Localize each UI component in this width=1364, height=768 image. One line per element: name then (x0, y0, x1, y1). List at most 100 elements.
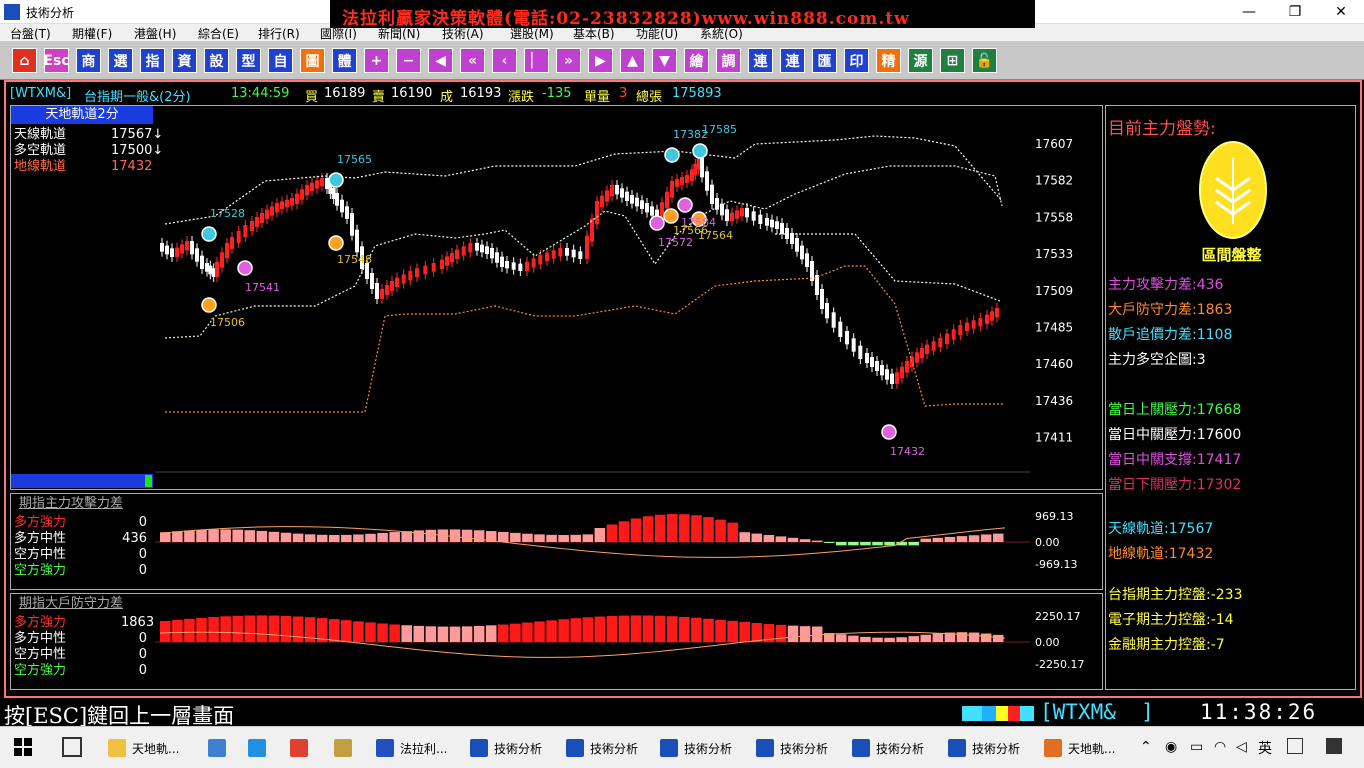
up-button[interactable]: ▲ (620, 48, 645, 73)
indicator-tick: 969.13 (1035, 510, 1074, 523)
taskbar-app[interactable]: 法拉利... (376, 735, 447, 761)
tray-chevron-icon[interactable]: ⌃ (1140, 739, 1152, 755)
taskbar-app[interactable]: 技術分析 (948, 735, 1020, 761)
menu-item[interactable]: 台盤(T) (10, 25, 51, 42)
signal-marker (201, 297, 217, 313)
legend-value: 0 (138, 631, 147, 646)
tray-wifi-icon[interactable]: ◠ (1214, 739, 1226, 755)
taskbar-app[interactable]: 技術分析 (566, 735, 638, 761)
custom-button[interactable]: 自 (268, 48, 293, 73)
refine-button[interactable]: 精 (876, 48, 901, 73)
adjust-button[interactable]: 調 (716, 48, 741, 73)
taskbar-app[interactable]: 天地軌... (108, 735, 179, 761)
fast-back-button[interactable]: « (460, 48, 485, 73)
tray-camera-icon[interactable]: ◉ (1165, 739, 1177, 755)
signal-marker (664, 147, 680, 163)
app-icon (1044, 739, 1062, 757)
defense-panel-title: 期指大戶防守力差 (19, 596, 124, 611)
status-line: 主力攻擊力差:436 (1108, 277, 1224, 293)
task-view-icon[interactable] (62, 737, 82, 757)
signal-marker (201, 226, 217, 242)
home-button[interactable]: ⌂ (12, 48, 37, 73)
draw-button[interactable]: 繪 (684, 48, 709, 73)
link2-button[interactable]: 連 (780, 48, 805, 73)
indicator-tick: 0.00 (1035, 536, 1060, 549)
taskbar-app[interactable]: 技術分析 (470, 735, 542, 761)
next-button[interactable]: ▶ (588, 48, 613, 73)
menu-item[interactable]: 綜合(E) (198, 25, 239, 42)
taskbar-app[interactable] (290, 735, 314, 761)
setup-button[interactable]: 設 (204, 48, 229, 73)
select-button[interactable]: 選 (108, 48, 133, 73)
tray-battery-icon[interactable]: ▭ (1190, 739, 1203, 755)
app-icon (470, 739, 488, 757)
indicator-cyan (962, 706, 982, 721)
legend-label: 多空軌道 (14, 143, 67, 158)
status-bar: 按[ESC]鍵回上一層畫面 [WTXM& ] 11:38:26 (0, 700, 1364, 728)
app-icon (248, 739, 266, 757)
esc-button[interactable]: Esc (43, 48, 70, 73)
taskbar-app[interactable] (334, 735, 358, 761)
layout-button[interactable]: 體 (332, 48, 357, 73)
price-tick: 17509 (1035, 284, 1073, 298)
app-label: 技術分析 (780, 741, 829, 756)
step-back-button[interactable]: ‹ (492, 48, 517, 73)
chart-button[interactable]: 圖 (300, 48, 325, 73)
down-button[interactable]: ▼ (652, 48, 677, 73)
legend-label: 空方強力 (14, 563, 67, 578)
start-windows-icon[interactable] (14, 738, 32, 756)
quote-time: 13:44:59 (231, 86, 290, 101)
taskbar-app[interactable]: 技術分析 (852, 735, 924, 761)
tray-language[interactable]: 英 (1258, 738, 1272, 758)
window-button[interactable]: ⊞ (940, 48, 965, 73)
tray-volume-icon[interactable]: ◁ (1236, 739, 1247, 755)
app-window: 技術分析 — ❐ ✕ 台盤(T) 期權(F) 港盤(H) 綜合(E) 排行(R) 國際(I… (0, 0, 1364, 768)
lock-button[interactable]: 🔓 (972, 48, 997, 73)
data-button[interactable]: 資 (172, 48, 197, 73)
app-icon (290, 739, 308, 757)
export-button[interactable]: 匯 (812, 48, 837, 73)
pattern-button[interactable]: 型 (236, 48, 261, 73)
status-line: 台指期主力控盤:-233 (1108, 587, 1243, 603)
menu-item[interactable]: 排行(R) (258, 25, 300, 42)
close-button[interactable]: ✕ (1318, 0, 1364, 24)
app-icon (566, 739, 584, 757)
fast-forward-button[interactable]: » (556, 48, 581, 73)
signal-marker (663, 208, 679, 224)
menu-item[interactable]: 港盤(H) (134, 25, 176, 42)
scroll-track[interactable] (11, 474, 153, 488)
prev-button[interactable]: ◀ (428, 48, 453, 73)
source-button[interactable]: 源 (908, 48, 933, 73)
menu-item[interactable]: 期權(F) (72, 25, 112, 42)
indicator-blue (982, 706, 996, 721)
price-annotation: 17572 (658, 236, 693, 249)
signal-marker (692, 143, 708, 159)
taskbar-app[interactable]: 技術分析 (756, 735, 828, 761)
app-label: 技術分析 (876, 741, 925, 756)
app-icon (376, 739, 394, 757)
restore-button[interactable]: ❐ (1272, 0, 1318, 24)
legend-value: 1863 (121, 615, 155, 630)
taskbar-app[interactable]: 天地軌... (1044, 735, 1115, 761)
link-button[interactable]: 連 (748, 48, 773, 73)
indicator-tick: 0.00 (1035, 636, 1060, 649)
price-annotation: 17585 (702, 123, 737, 136)
cursor-button[interactable]: ▏ (524, 48, 549, 73)
zoom-in-button[interactable]: + (364, 48, 389, 73)
signal-marker (328, 235, 344, 251)
price-annotation: 17565 (337, 153, 372, 166)
zoom-out-button[interactable]: − (396, 48, 421, 73)
index-button[interactable]: 指 (140, 48, 165, 73)
scroll-thumb[interactable] (145, 475, 152, 487)
taskbar-app[interactable] (248, 735, 272, 761)
tray-ime-icon[interactable] (1287, 738, 1303, 754)
indicator-tick: 2250.17 (1035, 610, 1081, 623)
taskbar-app[interactable] (208, 735, 232, 761)
notification-icon[interactable] (1326, 738, 1342, 754)
commodity-button[interactable]: 商 (76, 48, 101, 73)
print-button[interactable]: 印 (844, 48, 869, 73)
volume-value: 3 (619, 86, 628, 101)
taskbar-app[interactable]: 技術分析 (660, 735, 732, 761)
deal-value: 16193 (460, 86, 502, 101)
minimize-button[interactable]: — (1226, 0, 1272, 24)
